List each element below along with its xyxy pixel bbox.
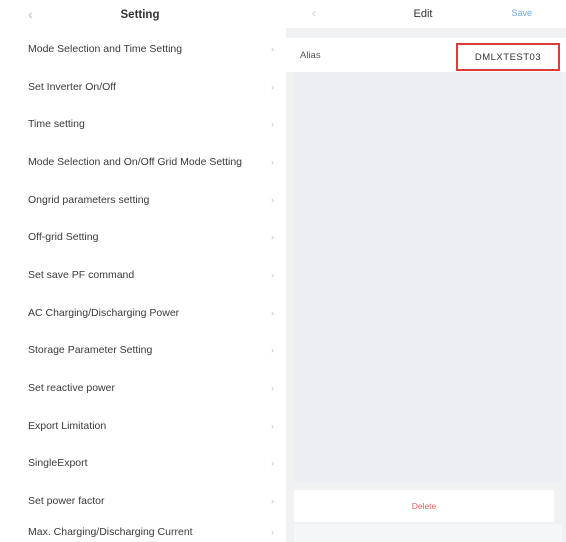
menu-item-single-export[interactable]: SingleExport › [0,445,286,483]
menu-item-max-charging-current[interactable]: Max. Charging/Discharging Current › [0,520,286,542]
chevron-right-icon: › [271,307,274,318]
menu-item-label: Set Inverter On/Off [28,80,116,93]
menu-item-reactive-power[interactable]: Set reactive power › [0,369,286,407]
bottom-strip [294,524,562,542]
menu-item-label: Set power factor [28,495,105,508]
chevron-right-icon: › [271,420,274,431]
alias-label: Alias [300,49,321,61]
delete-label: Delete [411,501,437,511]
edit-screen: ‹ Edit Save Alias DMLXTEST03 Delete [286,0,566,542]
alias-input[interactable]: DMLXTEST03 [456,43,560,71]
chevron-right-icon: › [271,269,274,280]
menu-item-off-grid-setting[interactable]: Off-grid Setting › [0,218,286,256]
menu-item-label: Mode Selection and Time Setting [28,42,183,55]
menu-item-label: Storage Parameter Setting [28,344,153,357]
menu-item-export-limitation[interactable]: Export Limitation › [0,407,286,445]
setting-menu-list: Mode Selection and Time Setting › Set In… [0,30,286,542]
menu-item-ongrid-parameters[interactable]: Ongrid parameters setting › [0,181,286,219]
edit-title: Edit [413,8,433,20]
menu-item-label: AC Charging/Discharging Power [28,306,180,319]
chevron-right-icon: › [271,194,274,205]
menu-item-time-setting[interactable]: Time setting › [0,105,286,143]
menu-item-mode-selection-time[interactable]: Mode Selection and Time Setting › [0,30,286,68]
chevron-right-icon: › [271,496,274,507]
menu-item-label: Time setting [28,118,85,131]
chevron-right-icon: › [271,232,274,243]
menu-item-label: Max. Charging/Discharging Current [28,525,193,538]
page-title: Setting [120,9,160,21]
chevron-right-icon: › [271,43,274,54]
menu-item-save-pf-command[interactable]: Set save PF command › [0,256,286,294]
save-button[interactable]: Save [511,8,532,18]
setting-header: ‹ Setting [0,0,286,30]
alias-field-row: Alias DMLXTEST03 [286,38,566,72]
menu-item-label: Export Limitation [28,419,107,432]
menu-item-inverter-on-off[interactable]: Set Inverter On/Off › [0,68,286,106]
menu-item-label: Ongrid parameters setting [28,193,150,206]
menu-item-label: Set save PF command [28,268,135,281]
menu-item-storage-parameter[interactable]: Storage Parameter Setting › [0,332,286,370]
chevron-right-icon: › [271,119,274,130]
menu-item-power-factor[interactable]: Set power factor › [0,482,286,520]
setting-screen: ‹ Setting Mode Selection and Time Settin… [0,0,286,542]
back-chevron-icon[interactable]: ‹ [312,6,316,20]
menu-item-label: SingleExport [28,457,88,470]
chevron-right-icon: › [271,156,274,167]
chevron-right-icon: › [271,345,274,356]
chevron-right-icon: › [271,81,274,92]
back-chevron-icon[interactable]: ‹ [28,6,33,22]
chevron-right-icon: › [271,526,274,537]
spacer [286,28,566,38]
menu-item-label: Set reactive power [28,382,115,395]
menu-item-ac-charging-power[interactable]: AC Charging/Discharging Power › [0,294,286,332]
alias-value: DMLXTEST03 [474,51,542,63]
chevron-right-icon: › [271,383,274,394]
chevron-right-icon: › [271,458,274,469]
edit-body-background [294,72,562,482]
menu-item-grid-mode-setting[interactable]: Mode Selection and On/Off Grid Mode Sett… [0,143,286,181]
menu-item-label: Mode Selection and On/Off Grid Mode Sett… [28,155,243,168]
edit-header: ‹ Edit Save [286,0,566,28]
menu-item-label: Off-grid Setting [28,231,99,244]
delete-button[interactable]: Delete [294,490,554,522]
